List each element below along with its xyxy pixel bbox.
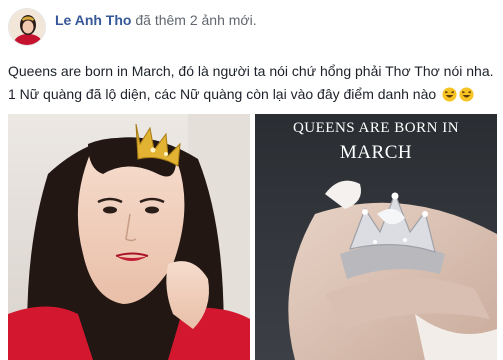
post-text-line-2-content: 1 Nữ quàng đã lộ diện, các Nữ quàng còn … — [8, 86, 437, 102]
author-avatar[interactable] — [8, 8, 46, 46]
post-text-line-2: 1 Nữ quàng đã lộ diện, các Nữ quàng còn … — [8, 83, 498, 106]
author-name-link[interactable]: Le Anh Tho — [55, 12, 131, 28]
photo-crown-ring[interactable]: QUEENS ARE BORN IN MARCH — [255, 114, 497, 360]
post-text: Queens are born in March, đó là người ta… — [8, 60, 498, 106]
post-meta: Le Anh Tho đã thêm 2 ảnh mới. — [55, 11, 257, 29]
photo-grid: QUEENS ARE BORN IN MARCH — [8, 114, 497, 360]
post-action-text: đã thêm 2 ảnh mới. — [135, 12, 257, 28]
post-header: Le Anh Tho đã thêm 2 ảnh mới. — [8, 8, 257, 48]
post-text-line-1: Queens are born in March, đó là người ta… — [8, 63, 494, 79]
photo-woman-with-crown[interactable] — [8, 114, 250, 360]
photo-caption-line-1: QUEENS ARE BORN IN — [292, 120, 460, 136]
laughing-emoji-icon — [459, 87, 474, 102]
photo-caption-line-2: MARCH — [339, 142, 413, 163]
facebook-post: Le Anh Tho đã thêm 2 ảnh mới. Queens are… — [0, 0, 503, 360]
laughing-emoji-icon — [442, 87, 457, 102]
